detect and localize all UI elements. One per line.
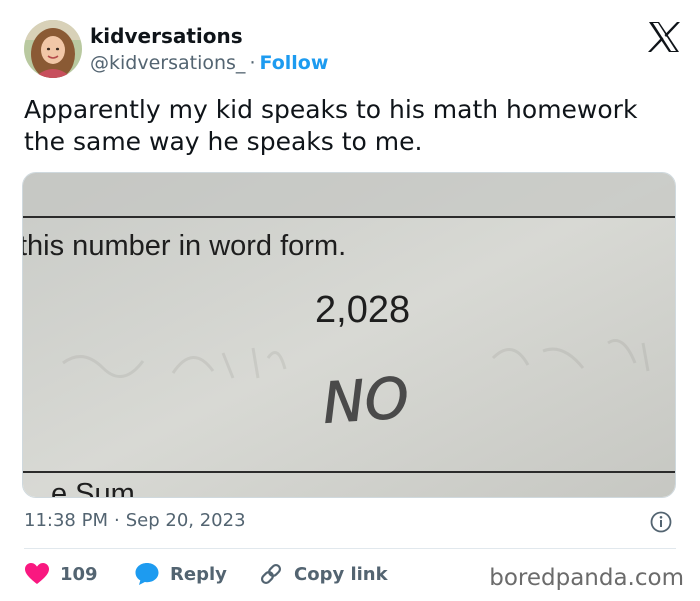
reply-label: Reply	[170, 563, 227, 585]
tweet-date: Sep 20, 2023	[125, 510, 246, 531]
photo-answer: NO	[321, 366, 411, 437]
photo-number: 2,028	[315, 289, 410, 331]
copy-link-label: Copy link	[294, 563, 388, 585]
copy-link-button[interactable]: Copy link	[258, 560, 388, 588]
meta-dot: ·	[113, 510, 120, 531]
like-count: 109	[60, 563, 98, 585]
like-button[interactable]: 109	[24, 560, 98, 588]
separator-dot: ·	[249, 52, 256, 74]
divider	[24, 548, 676, 549]
tweet-time: 11:38 PM	[24, 510, 108, 531]
handle-row: @kidversations_ · Follow	[90, 52, 328, 74]
info-icon[interactable]	[650, 511, 672, 533]
tweet-card: kidversations @kidversations_ · Follow App…	[0, 0, 700, 601]
photo-prompt-text: this number in word form.	[23, 230, 346, 262]
photo-cutoff-text: e Sum	[51, 478, 135, 498]
tweet-timestamp[interactable]: 11:38 PM · Sep 20, 2023	[24, 510, 246, 531]
avatar[interactable]	[24, 20, 82, 78]
tweet-photo[interactable]: this number in word form. 2,028 NO e Sum	[22, 172, 676, 498]
reply-bubble-icon	[135, 563, 159, 585]
reply-button[interactable]: Reply	[134, 560, 227, 588]
tweet-text: Apparently my kid speaks to his math hom…	[24, 95, 638, 156]
author-name[interactable]: kidversations	[90, 24, 243, 48]
link-icon	[260, 563, 282, 585]
watermark: boredpanda.com	[489, 565, 684, 591]
x-logo-icon[interactable]	[646, 20, 682, 54]
follow-button[interactable]: Follow	[259, 52, 328, 74]
heart-icon	[25, 563, 49, 584]
tweet-header: kidversations @kidversations_ · Follow	[24, 20, 684, 80]
author-handle[interactable]: @kidversations_	[90, 52, 245, 74]
